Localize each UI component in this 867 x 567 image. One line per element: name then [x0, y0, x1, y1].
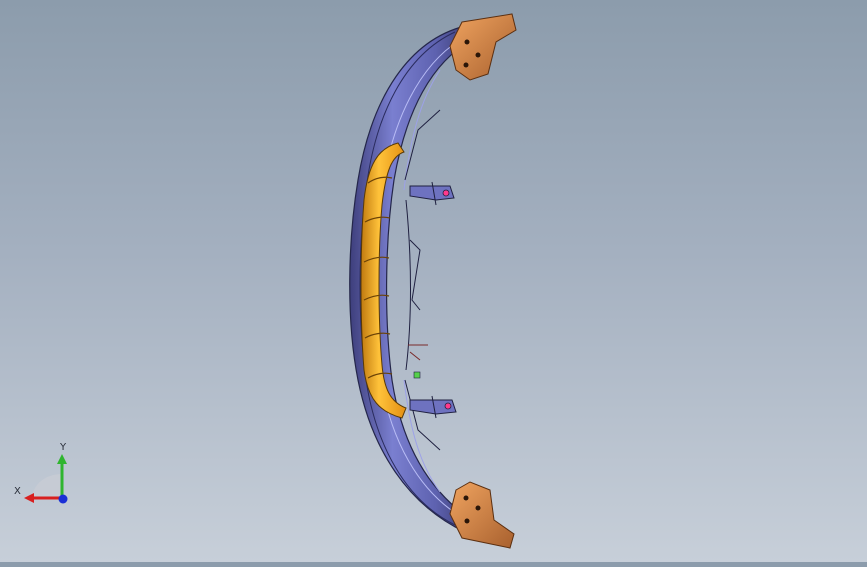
coordinate-triad: X Y	[10, 440, 80, 510]
3d-viewport[interactable]: X Y	[0, 0, 867, 562]
upper-mount-tab[interactable]	[409, 181, 455, 206]
lower-mount-tab[interactable]	[409, 395, 457, 419]
upper-end-bracket[interactable]	[449, 13, 517, 81]
x-axis-label: X	[14, 486, 21, 497]
bumper-edge-line-3	[403, 69, 441, 493]
sensor-detail	[408, 344, 428, 379]
y-axis-label: Y	[60, 442, 67, 453]
triad-axes	[24, 454, 68, 504]
inner-mount-frame	[404, 109, 441, 451]
bumper-model[interactable]	[0, 0, 867, 562]
lower-end-bracket[interactable]	[449, 481, 515, 549]
